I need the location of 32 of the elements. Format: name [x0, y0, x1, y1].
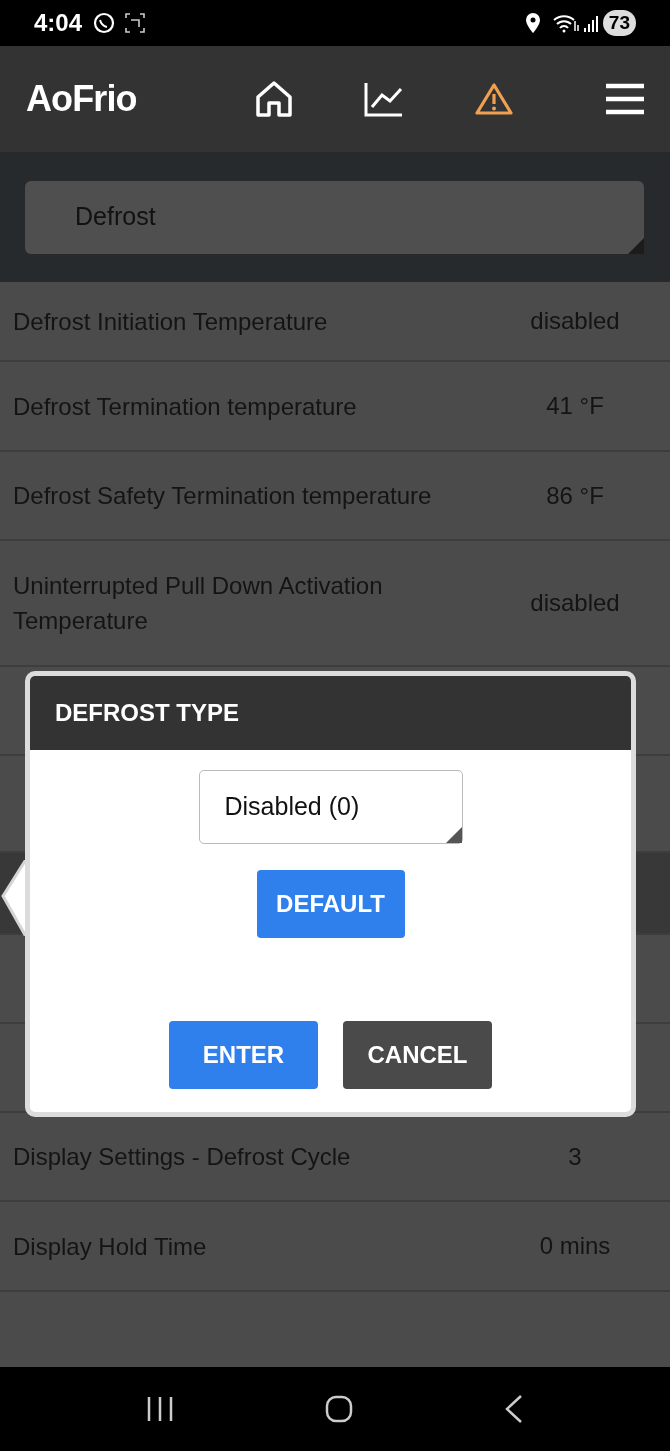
status-time: 4:04 — [34, 8, 83, 38]
setting-label: Defrost Initiation Temperature — [13, 306, 329, 337]
setting-label: Defrost Safety Termination temperature — [13, 481, 433, 511]
menu-icon[interactable] — [606, 83, 644, 115]
setting-label: Defrost Termination temperature — [13, 391, 358, 422]
setting-value: disabled — [529, 306, 621, 336]
location-icon — [524, 13, 541, 33]
setting-label: Display Hold Time — [13, 1231, 208, 1262]
chart-icon[interactable] — [364, 81, 404, 117]
signal-icon — [582, 14, 599, 32]
home-icon[interactable] — [254, 79, 294, 119]
dropdown-corner-icon — [628, 237, 644, 254]
logo: AoFrio — [26, 77, 138, 121]
setting-label: Uninterrupted Pull Down Activation Temperature — [13, 571, 384, 636]
recent-apps-icon[interactable] — [145, 1396, 174, 1422]
default-button[interactable]: DEFAULT — [256, 870, 405, 938]
setting-value: 3 — [567, 1141, 583, 1172]
setting-value: disabled — [529, 588, 621, 618]
wifi-icon — [552, 13, 579, 33]
dropdown-corner-icon — [445, 827, 462, 843]
setting-value: 0 mins — [538, 1231, 612, 1261]
home-button-icon[interactable] — [325, 1395, 353, 1423]
dialog-title: DEFROST TYPE — [55, 698, 240, 728]
enter-button[interactable]: ENTER — [169, 1021, 318, 1089]
cancel-button[interactable]: CANCEL — [343, 1021, 492, 1089]
screenshot-icon — [124, 12, 147, 34]
chat-icon — [92, 11, 117, 35]
section-dropdown[interactable]: Defrost — [25, 180, 644, 254]
warning-icon[interactable] — [475, 82, 513, 116]
setting-label: Display Settings - Defrost Cycle — [13, 1142, 352, 1172]
type-dropdown[interactable]: Disabled (0) — [198, 770, 463, 844]
battery-indicator: 73 — [602, 10, 636, 36]
